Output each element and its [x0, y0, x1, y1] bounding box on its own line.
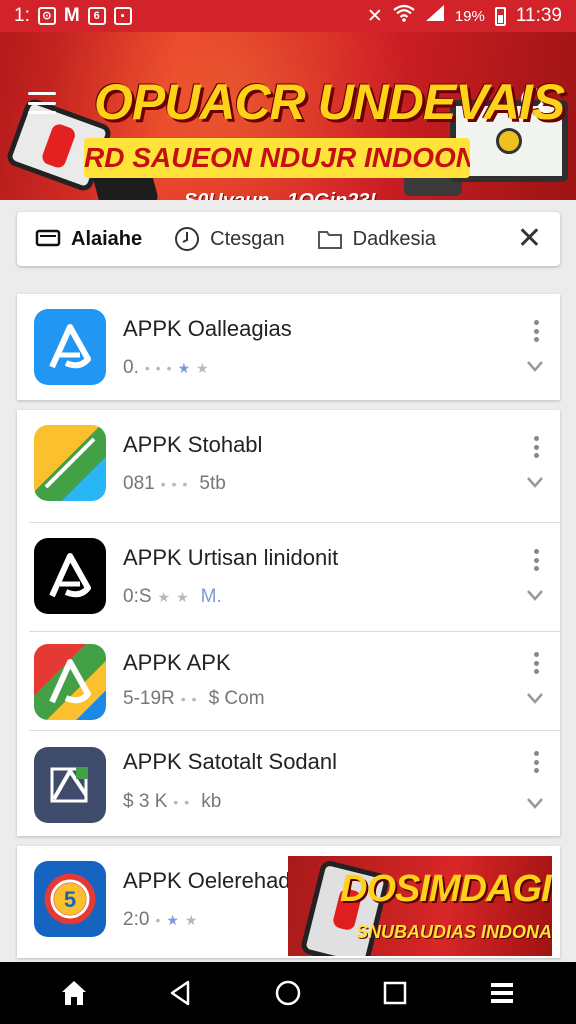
app-meta-extra: $ Com — [208, 688, 265, 709]
app-meta-extra: kb — [201, 791, 222, 812]
battery-percent: 19% — [454, 7, 485, 25]
filter-label: Ctesgan — [210, 227, 285, 250]
status-left-text: 1: — [14, 5, 30, 26]
list-item[interactable]: APPK APK 5-19R •• $ Com — [17, 632, 560, 730]
app-meta-extra: M. — [200, 586, 222, 607]
promo-title: DOSIMDAGI? — [340, 868, 552, 910]
app-meta-text: $ 3 K — [123, 791, 168, 812]
app-name: APPK Satotalt Sodanl — [123, 749, 338, 774]
header-banner: OPUACR UNDEVAIS RD SAUEON NDUJR INDOONCA… — [0, 32, 576, 200]
back-icon[interactable] — [161, 973, 201, 1013]
rating-stars: •★★ — [155, 911, 204, 928]
app-logo-multicolor-icon — [34, 644, 106, 720]
signal-icon — [425, 4, 445, 28]
home-icon[interactable] — [54, 973, 94, 1013]
rating-stars: •••★★ — [144, 359, 215, 376]
filter-bar: Alaiahe Ctesgan Dadkesia ✕ — [17, 212, 560, 266]
app-name: APPK Oelerehadie — [123, 868, 308, 893]
chevron-down-icon[interactable] — [525, 795, 545, 811]
app-name: APPK APK — [123, 650, 231, 675]
list-item[interactable]: APPK Stohabl 081 ••• 5tb — [17, 410, 560, 522]
app-meta: 2:0 •★★ — [123, 909, 203, 931]
list-item[interactable]: APPK Oalleagias 0. •••★★ — [17, 294, 560, 398]
filter-chip-1[interactable]: Ctesgan — [174, 226, 285, 252]
navigation-bar — [0, 962, 576, 1024]
list-item[interactable]: APPK Urtisan linidonit 0:S ★★ M. — [17, 523, 560, 631]
rating-stars: •• — [180, 691, 203, 707]
app-meta-text: 0. — [123, 357, 139, 378]
app-meta-text: 081 — [123, 473, 155, 494]
circle-home-icon[interactable] — [268, 973, 308, 1013]
recents-icon[interactable] — [375, 973, 415, 1013]
app-logo-blue-icon — [34, 309, 106, 385]
app-logo-green-yellow-icon — [34, 425, 106, 501]
rating-stars: ★★ — [157, 588, 195, 605]
app-card-2: APPK Stohabl 081 ••• 5tb APPK Urtisan li… — [17, 410, 560, 836]
app-meta: 0. •••★★ — [123, 357, 215, 379]
list-item[interactable]: APPK Satotalt Sodanl $ 3 K •• kb — [17, 731, 560, 836]
folder-icon — [317, 226, 343, 252]
svg-text:5: 5 — [64, 887, 76, 912]
app-meta: 0:S ★★ M. — [123, 586, 222, 608]
app-meta: $ 3 K •• kb — [123, 791, 221, 813]
chevron-down-icon[interactable] — [525, 690, 545, 706]
app-meta-text: 0:S — [123, 586, 152, 607]
wifi-icon — [393, 4, 415, 28]
rating-stars: ••• — [160, 476, 194, 492]
app-meta: 5-19R •• $ Com — [123, 688, 265, 710]
notification-icon: ⊙ — [37, 7, 56, 25]
mail-icon: M — [63, 5, 80, 26]
app-name: APPK Oalleagias — [123, 316, 292, 341]
tv-icon — [35, 226, 61, 252]
more-options-icon[interactable] — [531, 436, 541, 458]
filter-label: Alaiahe — [71, 227, 143, 250]
battery-icon — [494, 6, 506, 26]
status-left: 1: ⊙ M 6 ▪ — [14, 5, 132, 27]
chevron-down-icon[interactable] — [525, 358, 545, 374]
rating-stars: •• — [173, 794, 196, 810]
app-logo-circle-icon: 5 — [34, 861, 106, 937]
app-meta-text: 2:0 — [123, 909, 150, 930]
close-icon[interactable]: ✕ — [517, 224, 542, 254]
banner-title: OPUACR UNDEVAIS — [94, 74, 565, 130]
app-name: APPK Stohabl — [123, 432, 263, 457]
app-logo-black-icon — [34, 538, 106, 614]
status-bar: 1: ⊙ M 6 ▪ ✕ 19% 11:39 — [0, 0, 576, 32]
banner-date: S0Uyaun - 1OGin23! — [180, 190, 380, 200]
promo-subtitle: SNUBAUDIAS INDONASIS — [356, 922, 552, 942]
banner-subtitle: RD SAUEON NDUJR INDOONCA — [84, 138, 470, 178]
chevron-down-icon[interactable] — [525, 474, 545, 490]
app-meta: 081 ••• 5tb — [123, 473, 226, 495]
filter-chip-2[interactable]: Dadkesia — [317, 226, 436, 252]
app-meta-text: 5-19R — [123, 688, 175, 709]
mute-icon: ✕ — [366, 5, 383, 27]
clock-time: 11:39 — [515, 5, 562, 26]
app-name: APPK Urtisan linidonit — [123, 545, 339, 570]
app-meta-extra: 5tb — [199, 473, 226, 494]
more-options-icon[interactable] — [531, 320, 541, 342]
more-options-icon[interactable] — [531, 652, 541, 674]
more-options-icon[interactable] — [531, 751, 541, 773]
status-right: ✕ 19% 11:39 — [367, 4, 562, 28]
filter-label: Dadkesia — [352, 227, 437, 250]
more-options-icon[interactable] — [531, 549, 541, 571]
app-icon: ▪ — [113, 7, 132, 25]
app-logo-slate-icon — [34, 747, 106, 823]
hamburger-menu-icon[interactable] — [28, 92, 56, 114]
clock-icon — [174, 226, 200, 252]
filter-chip-0[interactable]: Alaiahe — [35, 226, 142, 252]
chevron-down-icon[interactable] — [525, 587, 545, 603]
menu-icon[interactable] — [482, 973, 522, 1013]
app-icon: 6 — [87, 7, 106, 25]
promo-banner[interactable]: DOSIMDAGI? SNUBAUDIAS INDONASIS — [288, 856, 552, 956]
app-card-1: APPK Oalleagias 0. •••★★ — [17, 294, 560, 400]
